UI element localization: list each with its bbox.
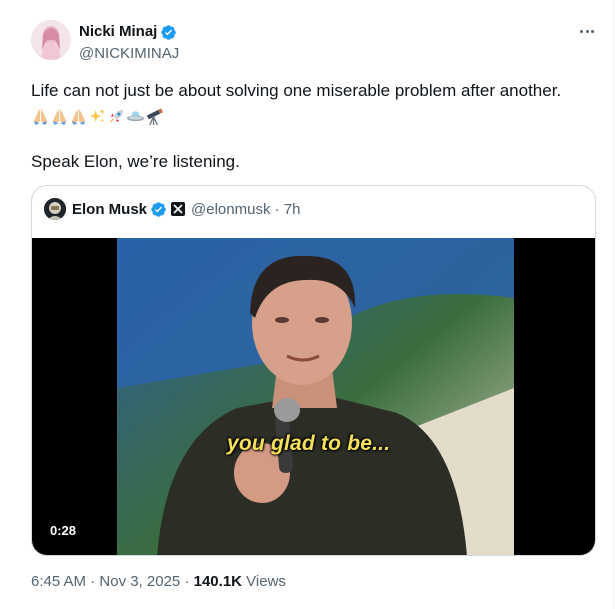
more-dot-icon bbox=[580, 29, 583, 33]
video-duration-badge: 0:28 bbox=[44, 521, 83, 541]
telescope-icon bbox=[145, 107, 164, 126]
tweet-text-line-2: Speak Elon, we’re listening. bbox=[31, 152, 240, 171]
meta-separator: · bbox=[90, 573, 100, 590]
folded-hands-icon bbox=[50, 107, 69, 126]
author-name-row[interactable]: Nicki Minaj bbox=[79, 22, 177, 42]
video-frame: you glad to be... bbox=[117, 238, 514, 555]
tweet-text-line-1: Life can not just be about solving one m… bbox=[31, 81, 562, 100]
flying-saucer-icon bbox=[126, 107, 145, 126]
rocket-icon bbox=[107, 107, 126, 126]
quoted-avatar-image bbox=[44, 198, 66, 220]
tweet-time[interactable]: 6:45 AM bbox=[31, 573, 86, 590]
timeline-border bbox=[613, 0, 614, 609]
tweet-meta: 6:45 AM · Nov 3, 2025 · 140.1K Views bbox=[31, 572, 286, 592]
author-handle[interactable]: @NICKIMINAJ bbox=[79, 44, 179, 64]
video-still-image bbox=[117, 238, 514, 555]
folded-hands-icon bbox=[69, 107, 88, 126]
quoted-verified-badge-icon bbox=[151, 201, 166, 217]
verified-badge-icon bbox=[161, 24, 177, 40]
tweet-text: Life can not just be about solving one m… bbox=[31, 79, 601, 103]
more-dot-icon bbox=[591, 29, 594, 33]
meta-separator: · bbox=[184, 573, 194, 590]
quoted-timestamp[interactable]: 7h bbox=[284, 201, 301, 218]
author-name[interactable]: Nicki Minaj bbox=[79, 22, 157, 42]
quoted-video-player[interactable]: you glad to be... 0:28 bbox=[32, 238, 595, 555]
quoted-author-handle[interactable]: @elonmusk bbox=[191, 201, 270, 218]
more-options-button[interactable] bbox=[577, 24, 597, 38]
avatar-image bbox=[31, 20, 71, 60]
more-dot-icon bbox=[585, 29, 589, 33]
quoted-author-name[interactable]: Elon Musk bbox=[72, 201, 147, 218]
tweet-emoji-row bbox=[31, 104, 164, 128]
folded-hands-icon bbox=[31, 107, 50, 126]
view-count: 140.1K bbox=[193, 573, 242, 590]
quoted-tweet-header: Elon Musk @elonmusk · 7h bbox=[44, 198, 301, 220]
author-avatar[interactable] bbox=[31, 20, 71, 60]
quoted-author-avatar[interactable] bbox=[44, 198, 66, 220]
sparkles-icon bbox=[88, 107, 107, 126]
tweet-date[interactable]: Nov 3, 2025 bbox=[99, 573, 180, 590]
quoted-tweet-card[interactable]: Elon Musk @elonmusk · 7h you glad to be.… bbox=[31, 185, 596, 556]
x-affiliation-badge-icon bbox=[171, 202, 186, 216]
video-subtitle: you glad to be... bbox=[227, 432, 391, 455]
views-label: Views bbox=[246, 573, 286, 590]
quoted-separator: · bbox=[270, 200, 284, 218]
